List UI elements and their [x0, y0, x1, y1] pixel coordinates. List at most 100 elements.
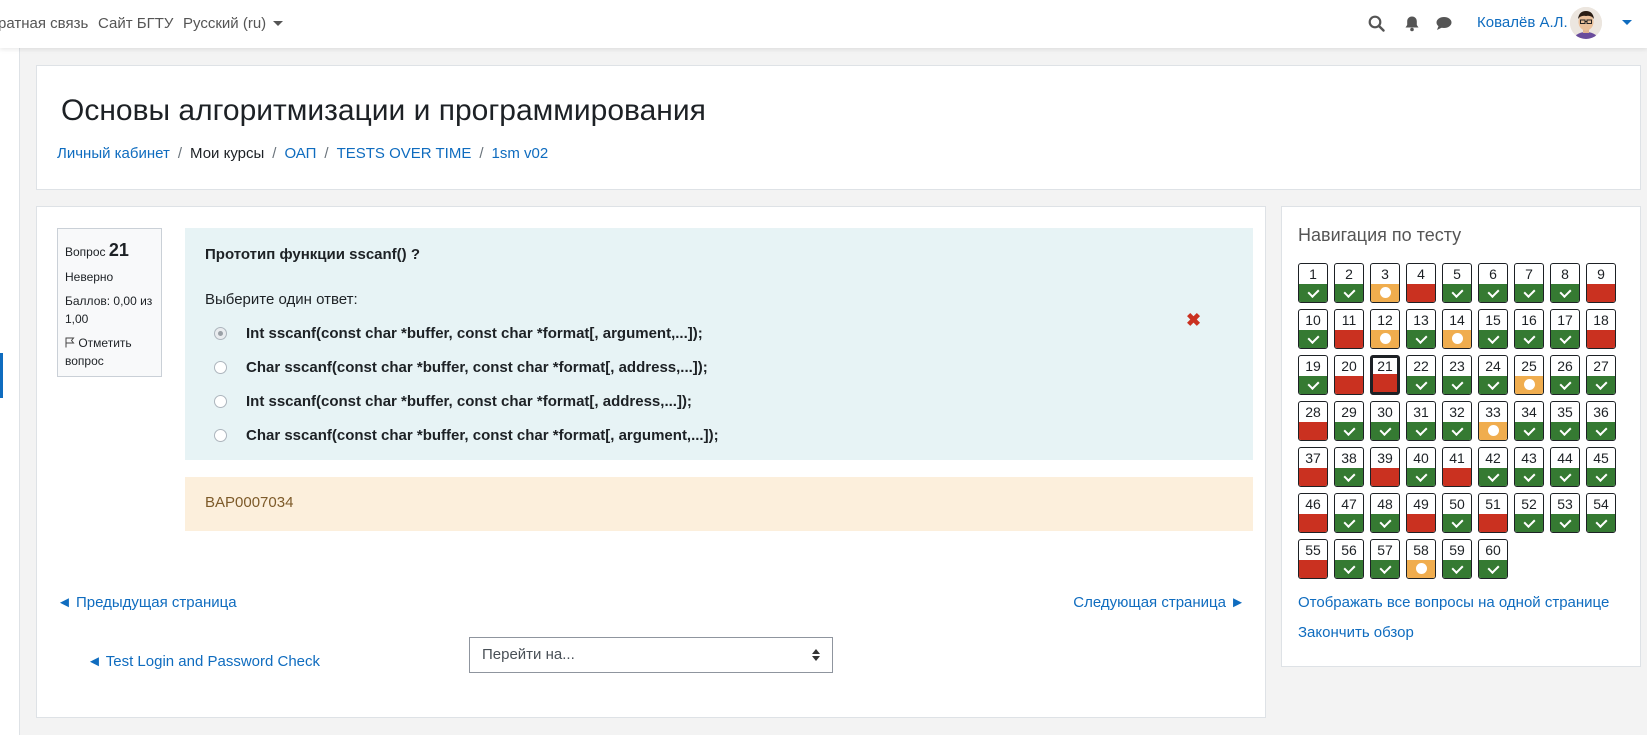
next-page-link[interactable]: Следующая страница ►	[1073, 594, 1245, 611]
quiz-nav-button[interactable]: 24	[1478, 355, 1508, 395]
quiz-nav-button[interactable]: 26	[1550, 355, 1580, 395]
quiz-nav-button[interactable]: 8	[1550, 263, 1580, 303]
quiz-nav-button[interactable]: 9	[1586, 263, 1616, 303]
quiz-nav-button[interactable]: 11	[1334, 309, 1364, 349]
quiz-nav-button[interactable]: 21	[1370, 355, 1400, 395]
quiz-nav-button[interactable]: 42	[1478, 447, 1508, 487]
answer-option[interactable]: Int sscanf(const char *buffer, const cha…	[205, 384, 1233, 418]
quiz-nav-button[interactable]: 3	[1370, 263, 1400, 303]
correct-state-icon	[1443, 514, 1471, 532]
answer-option[interactable]: Char sscanf(const char *buffer, const ch…	[205, 418, 1233, 452]
quiz-nav-button[interactable]: 43	[1514, 447, 1544, 487]
quiz-nav-button[interactable]: 59	[1442, 539, 1472, 579]
quiz-nav-button[interactable]: 46	[1298, 493, 1328, 533]
quiz-nav-number: 42	[1485, 450, 1501, 466]
quiz-nav-button[interactable]: 4	[1406, 263, 1436, 303]
previous-page-link[interactable]: ◄ Предыдущая страница	[57, 594, 237, 611]
radio-button[interactable]	[214, 360, 227, 374]
finish-review-link[interactable]: Закончить обзор	[1298, 624, 1414, 641]
quiz-nav-button[interactable]: 23	[1442, 355, 1472, 395]
quiz-nav-button[interactable]: 36	[1586, 401, 1616, 441]
quiz-nav-number: 4	[1417, 266, 1425, 282]
language-menu[interactable]: Русский (ru)	[183, 15, 284, 32]
quiz-nav-button[interactable]: 60	[1478, 539, 1508, 579]
answer-option[interactable]: Int sscanf(const char *buffer, const cha…	[205, 316, 1233, 350]
quiz-nav-number: 46	[1305, 496, 1321, 512]
radio-button[interactable]	[214, 394, 227, 408]
quiz-nav-button[interactable]: 7	[1514, 263, 1544, 303]
quiz-nav-button[interactable]: 45	[1586, 447, 1616, 487]
quiz-nav-button[interactable]: 13	[1406, 309, 1436, 349]
quiz-nav-button[interactable]: 32	[1442, 401, 1472, 441]
answer-option[interactable]: Char sscanf(const char *buffer, const ch…	[205, 350, 1233, 384]
correct-state-icon	[1479, 468, 1507, 486]
quiz-nav-button[interactable]: 57	[1370, 539, 1400, 579]
quiz-nav-button[interactable]: 33	[1478, 401, 1508, 441]
chat-icon[interactable]	[1435, 15, 1453, 33]
quiz-nav-button[interactable]: 30	[1370, 401, 1400, 441]
quiz-nav-button[interactable]: 1	[1298, 263, 1328, 303]
quiz-nav-number: 1	[1309, 266, 1317, 282]
incorrect-state-icon	[1299, 468, 1327, 486]
breadcrumb-course[interactable]: ОАП	[284, 145, 316, 162]
quiz-nav-button[interactable]: 19	[1298, 355, 1328, 395]
quiz-nav-number: 24	[1485, 358, 1501, 374]
quiz-nav-button[interactable]: 27	[1586, 355, 1616, 395]
show-all-link[interactable]: Отображать все вопросы на одной странице	[1298, 594, 1609, 611]
user-name[interactable]: Ковалёв А.Л.	[1477, 14, 1568, 31]
quiz-nav-button[interactable]: 44	[1550, 447, 1580, 487]
quiz-nav-button[interactable]: 41	[1442, 447, 1472, 487]
bell-icon[interactable]	[1404, 15, 1422, 33]
quiz-nav-button[interactable]: 53	[1550, 493, 1580, 533]
search-icon[interactable]	[1368, 15, 1386, 33]
quiz-nav-button[interactable]: 6	[1478, 263, 1508, 303]
feedback-link[interactable]: ратная связь	[0, 15, 88, 32]
quiz-nav-button[interactable]: 22	[1406, 355, 1436, 395]
jump-to-select[interactable]: Перейти на...	[469, 637, 833, 673]
quiz-nav-button[interactable]: 49	[1406, 493, 1436, 533]
quiz-nav-button[interactable]: 16	[1514, 309, 1544, 349]
chevron-down-icon[interactable]	[1622, 20, 1632, 25]
quiz-nav-button[interactable]: 12	[1370, 309, 1400, 349]
quiz-nav-button[interactable]: 37	[1298, 447, 1328, 487]
quiz-nav-button[interactable]: 54	[1586, 493, 1616, 533]
quiz-nav-button[interactable]: 28	[1298, 401, 1328, 441]
question-label: Вопрос	[65, 245, 106, 259]
quiz-nav-button[interactable]: 52	[1514, 493, 1544, 533]
quiz-nav-button[interactable]: 20	[1334, 355, 1364, 395]
quiz-nav-button[interactable]: 29	[1334, 401, 1364, 441]
quiz-nav-button[interactable]: 2	[1334, 263, 1364, 303]
question-formulation: Прототип функции sscanf() ? Выберите оди…	[185, 228, 1253, 460]
radio-button[interactable]	[214, 326, 227, 340]
quiz-nav-button[interactable]: 31	[1406, 401, 1436, 441]
quiz-nav-button[interactable]: 38	[1334, 447, 1364, 487]
quiz-nav-button[interactable]: 17	[1550, 309, 1580, 349]
quiz-nav-button[interactable]: 5	[1442, 263, 1472, 303]
question-text: Прототип функции sscanf() ?	[205, 246, 420, 263]
quiz-nav-button[interactable]: 18	[1586, 309, 1616, 349]
flag-question-button[interactable]: Отметить вопрос	[65, 334, 154, 370]
site-link[interactable]: Сайт БГТУ	[98, 15, 173, 32]
breadcrumb-section[interactable]: TESTS OVER TIME	[337, 145, 472, 162]
quiz-nav-button[interactable]: 14	[1442, 309, 1472, 349]
breadcrumb-quiz[interactable]: 1sm v02	[492, 145, 549, 162]
quiz-nav-button[interactable]: 50	[1442, 493, 1472, 533]
quiz-nav-button[interactable]: 51	[1478, 493, 1508, 533]
quiz-nav-button[interactable]: 25	[1514, 355, 1544, 395]
quiz-nav-button[interactable]: 34	[1514, 401, 1544, 441]
avatar[interactable]	[1570, 7, 1602, 39]
quiz-nav-number: 28	[1305, 404, 1321, 420]
quiz-nav-button[interactable]: 35	[1550, 401, 1580, 441]
quiz-nav-button[interactable]: 10	[1298, 309, 1328, 349]
quiz-nav-button[interactable]: 39	[1370, 447, 1400, 487]
quiz-nav-button[interactable]: 58	[1406, 539, 1436, 579]
quiz-nav-button[interactable]: 56	[1334, 539, 1364, 579]
quiz-nav-button[interactable]: 15	[1478, 309, 1508, 349]
radio-button[interactable]	[214, 428, 227, 442]
quiz-nav-button[interactable]: 40	[1406, 447, 1436, 487]
breadcrumb-dashboard[interactable]: Личный кабинет	[57, 145, 170, 162]
quiz-nav-button[interactable]: 47	[1334, 493, 1364, 533]
quiz-nav-button[interactable]: 48	[1370, 493, 1400, 533]
previous-activity-link[interactable]: ◄ Test Login and Password Check	[87, 653, 320, 670]
quiz-nav-button[interactable]: 55	[1298, 539, 1328, 579]
